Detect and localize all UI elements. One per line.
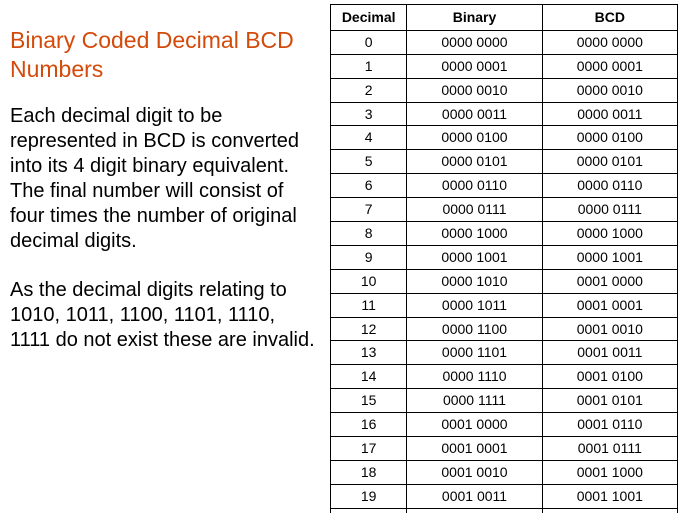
col-header-decimal: Decimal: [331, 5, 407, 31]
cell-decimal: 16: [331, 413, 407, 437]
cell-binary: 0001 0100: [407, 508, 542, 513]
cell-binary: 0000 0001: [407, 54, 542, 78]
cell-decimal: 15: [331, 389, 407, 413]
cell-bcd: 0001 0010: [542, 317, 677, 341]
cell-decimal: 19: [331, 484, 407, 508]
cell-bcd: 0000 1001: [542, 245, 677, 269]
cell-bcd: 0001 0100: [542, 365, 677, 389]
table-row: 50000 01010000 0101: [331, 150, 678, 174]
cell-binary: 0000 1101: [407, 341, 542, 365]
cell-bcd: 0000 0010: [542, 78, 677, 102]
text-column: Binary Coded Decimal BCD Numbers Each de…: [10, 4, 330, 509]
cell-decimal: 12: [331, 317, 407, 341]
cell-decimal: 0: [331, 30, 407, 54]
col-header-bcd: BCD: [542, 5, 677, 31]
cell-decimal: 1: [331, 54, 407, 78]
cell-binary: 0000 1001: [407, 245, 542, 269]
paragraph-1: Each decimal digit to be represented in …: [10, 104, 318, 254]
cell-decimal: 8: [331, 222, 407, 246]
table-row: 80000 10000000 1000: [331, 222, 678, 246]
cell-bcd: 0001 0011: [542, 341, 677, 365]
cell-bcd: 0001 0000: [542, 269, 677, 293]
cell-binary: 0000 1010: [407, 269, 542, 293]
paragraph-2: As the decimal digits relating to 1010, …: [10, 278, 318, 353]
cell-decimal: 11: [331, 293, 407, 317]
cell-binary: 0000 0100: [407, 126, 542, 150]
table-column: Decimal Binary BCD 00000 00000000 000010…: [330, 4, 678, 509]
page-title: Binary Coded Decimal BCD Numbers: [10, 26, 318, 84]
cell-binary: 0000 1110: [407, 365, 542, 389]
cell-bcd: 0000 0000: [542, 30, 677, 54]
cell-decimal: 17: [331, 437, 407, 461]
cell-decimal: 20: [331, 508, 407, 513]
cell-bcd: 0001 1001: [542, 484, 677, 508]
cell-bcd: 0000 1000: [542, 222, 677, 246]
table-header-row: Decimal Binary BCD: [331, 5, 678, 31]
cell-decimal: 14: [331, 365, 407, 389]
cell-decimal: 5: [331, 150, 407, 174]
table-row: 130000 11010001 0011: [331, 341, 678, 365]
table-row: 140000 11100001 0100: [331, 365, 678, 389]
cell-binary: 0001 0001: [407, 437, 542, 461]
table-row: 170001 00010001 0111: [331, 437, 678, 461]
cell-binary: 0001 0011: [407, 484, 542, 508]
table-row: 30000 00110000 0011: [331, 102, 678, 126]
cell-binary: 0000 1100: [407, 317, 542, 341]
cell-bcd: 0000 0101: [542, 150, 677, 174]
table-row: 40000 01000000 0100: [331, 126, 678, 150]
cell-bcd: 0001 0101: [542, 389, 677, 413]
table-body: 00000 00000000 000010000 00010000 000120…: [331, 30, 678, 513]
cell-decimal: 18: [331, 460, 407, 484]
table-row: 200001 01000010 0000: [331, 508, 678, 513]
cell-binary: 0000 0101: [407, 150, 542, 174]
col-header-binary: Binary: [407, 5, 542, 31]
cell-bcd: 0001 0111: [542, 437, 677, 461]
cell-decimal: 2: [331, 78, 407, 102]
cell-decimal: 7: [331, 198, 407, 222]
cell-decimal: 9: [331, 245, 407, 269]
cell-binary: 0000 1111: [407, 389, 542, 413]
cell-bcd: 0001 1000: [542, 460, 677, 484]
table-row: 100000 10100001 0000: [331, 269, 678, 293]
table-row: 10000 00010000 0001: [331, 54, 678, 78]
cell-bcd: 0000 0001: [542, 54, 677, 78]
bcd-table: Decimal Binary BCD 00000 00000000 000010…: [330, 4, 678, 513]
table-row: 190001 00110001 1001: [331, 484, 678, 508]
slide: Binary Coded Decimal BCD Numbers Each de…: [0, 0, 684, 513]
cell-bcd: 0000 0011: [542, 102, 677, 126]
cell-binary: 0001 0010: [407, 460, 542, 484]
table-row: 70000 01110000 0111: [331, 198, 678, 222]
cell-bcd: 0001 0001: [542, 293, 677, 317]
table-row: 60000 01100000 0110: [331, 174, 678, 198]
cell-binary: 0000 0011: [407, 102, 542, 126]
cell-decimal: 10: [331, 269, 407, 293]
cell-bcd: 0000 0100: [542, 126, 677, 150]
table-row: 120000 11000001 0010: [331, 317, 678, 341]
cell-decimal: 3: [331, 102, 407, 126]
cell-binary: 0000 0110: [407, 174, 542, 198]
cell-binary: 0000 0111: [407, 198, 542, 222]
table-row: 150000 11110001 0101: [331, 389, 678, 413]
cell-bcd: 0010 0000: [542, 508, 677, 513]
cell-binary: 0000 0010: [407, 78, 542, 102]
table-row: 110000 10110001 0001: [331, 293, 678, 317]
cell-binary: 0000 1000: [407, 222, 542, 246]
cell-bcd: 0000 0111: [542, 198, 677, 222]
cell-binary: 0000 1011: [407, 293, 542, 317]
table-row: 180001 00100001 1000: [331, 460, 678, 484]
cell-bcd: 0001 0110: [542, 413, 677, 437]
cell-binary: 0000 0000: [407, 30, 542, 54]
cell-decimal: 4: [331, 126, 407, 150]
table-row: 00000 00000000 0000: [331, 30, 678, 54]
table-row: 20000 00100000 0010: [331, 78, 678, 102]
table-row: 160001 00000001 0110: [331, 413, 678, 437]
cell-decimal: 6: [331, 174, 407, 198]
cell-bcd: 0000 0110: [542, 174, 677, 198]
cell-decimal: 13: [331, 341, 407, 365]
cell-binary: 0001 0000: [407, 413, 542, 437]
table-row: 90000 10010000 1001: [331, 245, 678, 269]
